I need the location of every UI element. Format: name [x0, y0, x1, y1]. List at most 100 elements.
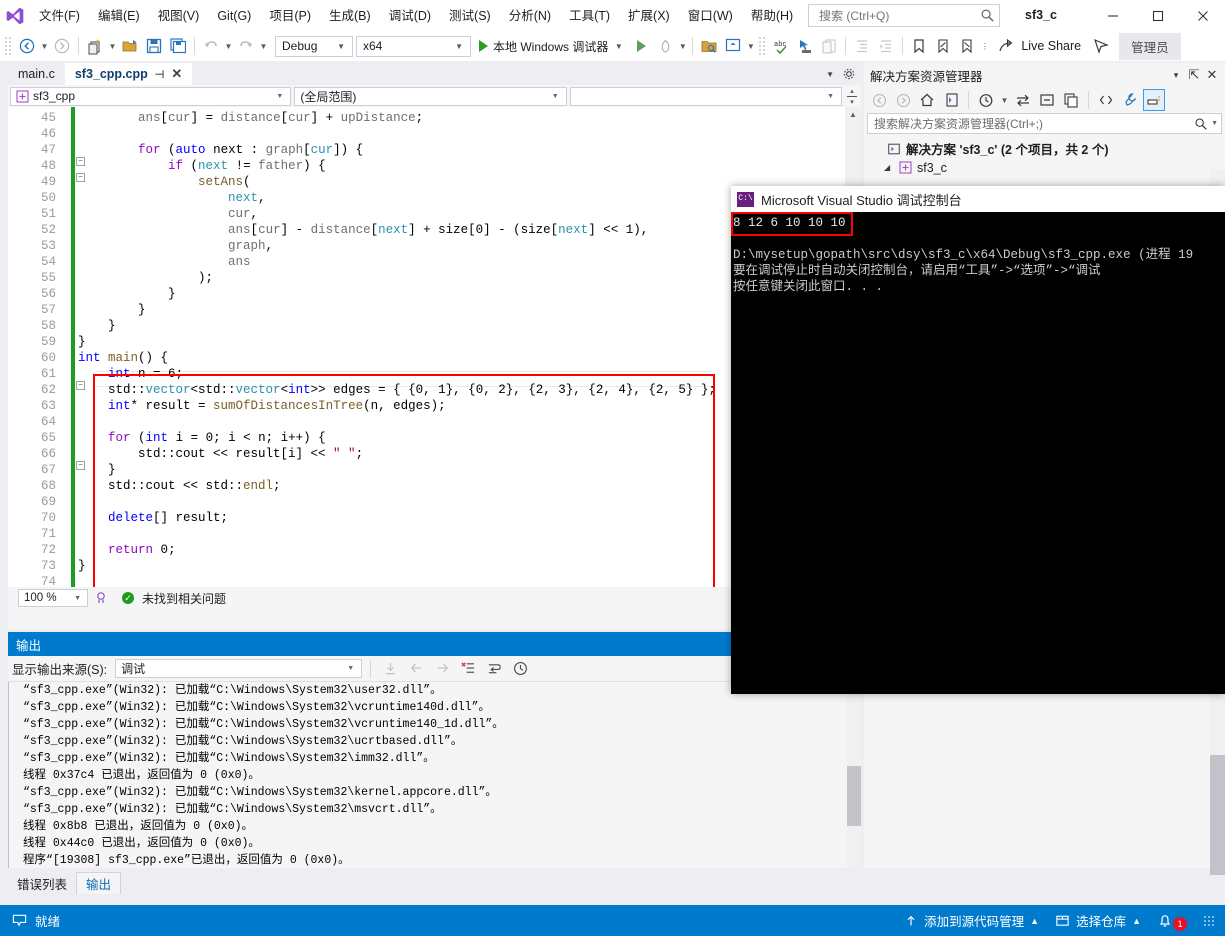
- intellisense-icon[interactable]: [91, 591, 111, 605]
- next-message-icon[interactable]: [431, 658, 453, 680]
- save-icon[interactable]: [142, 34, 166, 58]
- code-nav-icon[interactable]: [793, 34, 817, 58]
- toolbar-grip[interactable]: [4, 36, 13, 56]
- bookmark-icon[interactable]: [907, 34, 931, 58]
- tree-item-solution[interactable]: 解决方案 'sf3_c' (2 个项目，共 2 个): [864, 139, 1225, 158]
- menu-extensions[interactable]: 扩展(X): [619, 4, 679, 28]
- split-view-icon[interactable]: ▴ ▾: [845, 87, 859, 106]
- close-button[interactable]: [1180, 0, 1225, 31]
- comment-icon[interactable]: [817, 34, 841, 58]
- new-item-icon[interactable]: [83, 34, 107, 58]
- menu-help[interactable]: 帮助(H): [742, 4, 802, 28]
- toggle-word-wrap-icon[interactable]: [483, 658, 505, 680]
- se-home-page-icon[interactable]: [940, 89, 962, 111]
- window-layout-icon[interactable]: [721, 34, 745, 58]
- start-debugging-button[interactable]: 本地 Windows 调试器 ▼: [474, 34, 629, 58]
- navigate-forward-icon[interactable]: [50, 34, 74, 58]
- chevron-down-icon[interactable]: ▼: [1208, 120, 1218, 127]
- window-layout-dropdown-icon[interactable]: ▼: [745, 34, 756, 58]
- fold-glyph-65[interactable]: −: [76, 461, 85, 470]
- close-icon[interactable]: ✕: [1203, 65, 1221, 85]
- clear-output-icon[interactable]: [457, 658, 479, 680]
- feedback-icon[interactable]: [1089, 34, 1113, 58]
- pin-icon[interactable]: ⇱: [1185, 65, 1203, 85]
- type-scope-combo[interactable]: (全局范围) ▼: [294, 86, 567, 106]
- menu-file[interactable]: 文件(F): [30, 4, 89, 28]
- search-input[interactable]: [817, 7, 980, 24]
- redo-dropdown-icon[interactable]: ▼: [258, 34, 269, 58]
- go-to-message-icon[interactable]: [379, 658, 401, 680]
- chevron-up-icon[interactable]: ▲: [1030, 916, 1039, 926]
- toolbar-grip-2[interactable]: [758, 36, 768, 56]
- drag-dots[interactable]: [990, 74, 1159, 76]
- navigate-back-icon[interactable]: [15, 34, 39, 58]
- zoom-level-combo[interactable]: 100 % ▼: [18, 589, 88, 607]
- se-scrollbar-thumb[interactable]: [1210, 755, 1225, 875]
- se-code-view-icon[interactable]: [1095, 89, 1117, 111]
- twisty-icon[interactable]: ◢: [884, 163, 894, 172]
- chevron-down-icon[interactable]: ▼: [826, 70, 834, 79]
- output-source-combo[interactable]: 调试 ▼: [115, 659, 363, 678]
- new-item-dropdown-icon[interactable]: ▼: [107, 34, 118, 58]
- menu-edit[interactable]: 编辑(E): [89, 4, 149, 28]
- tab-sf3-cpp[interactable]: sf3_cpp.cpp ⊣ ✕: [64, 63, 193, 85]
- console-output-area[interactable]: 8 12 6 10 10 10 D:\mysetup\gopath\src\ds…: [731, 212, 1225, 694]
- tab-output[interactable]: 输出: [76, 872, 122, 894]
- menu-tools[interactable]: 工具(T): [560, 4, 619, 28]
- tab-main-c[interactable]: main.c: [8, 63, 65, 85]
- menu-project[interactable]: 项目(P): [260, 4, 320, 28]
- menu-window[interactable]: 窗口(W): [679, 4, 742, 28]
- menu-view[interactable]: 视图(V): [149, 4, 209, 28]
- open-file-icon[interactable]: [118, 34, 142, 58]
- menu-build[interactable]: 生成(B): [320, 4, 380, 28]
- resize-grip[interactable]: [1203, 914, 1215, 927]
- fold-glyph-47[interactable]: −: [76, 157, 85, 166]
- se-collapse-all-icon[interactable]: [1036, 89, 1058, 111]
- chevron-up-icon[interactable]: ▲: [1132, 916, 1141, 926]
- se-forward-icon[interactable]: [892, 89, 914, 111]
- navigate-back-dropdown-icon[interactable]: ▼: [39, 34, 50, 58]
- menu-analyze[interactable]: 分析(N): [500, 4, 560, 28]
- select-folder-icon[interactable]: [697, 34, 721, 58]
- tab-error-list[interactable]: 错误列表: [8, 872, 77, 894]
- close-icon[interactable]: ✕: [171, 66, 182, 82]
- se-properties-icon[interactable]: [1119, 89, 1141, 111]
- undo-icon[interactable]: [199, 34, 223, 58]
- solution-platform-combo[interactable]: x64 ▼: [356, 35, 471, 57]
- add-to-source-control-button[interactable]: 添加到源代码管理 ▲: [904, 911, 1039, 930]
- decrease-indent-icon[interactable]: [850, 34, 874, 58]
- project-scope-combo[interactable]: sf3_cpp ▼: [10, 86, 292, 106]
- se-show-all-files-icon[interactable]: [1060, 89, 1082, 111]
- pin-icon[interactable]: ⊣: [155, 68, 165, 81]
- increase-indent-icon[interactable]: [874, 34, 898, 58]
- se-pending-changes-icon[interactable]: [975, 89, 997, 111]
- spell-check-icon[interactable]: abc: [769, 34, 793, 58]
- chevron-down-icon[interactable]: ▾: [1167, 65, 1185, 85]
- live-share-button[interactable]: Live Share: [990, 34, 1089, 58]
- maximize-button[interactable]: [1135, 0, 1180, 31]
- notifications-button[interactable]: 1: [1157, 910, 1187, 931]
- prev-bookmark-icon[interactable]: [931, 34, 955, 58]
- gear-icon[interactable]: [843, 68, 855, 80]
- tree-item-project[interactable]: ◢ sf3_c: [864, 158, 1225, 177]
- output-vertical-scrollbar[interactable]: [847, 682, 861, 868]
- hot-reload-icon[interactable]: [653, 34, 677, 58]
- solution-configuration-combo[interactable]: Debug ▼: [275, 35, 353, 57]
- output-text-area[interactable]: “sf3_cpp.exe”(Win32): 已加载“C:\Windows\Sys…: [8, 682, 861, 868]
- fold-glyph-48[interactable]: −: [76, 173, 85, 182]
- menu-debug[interactable]: 调试(D): [380, 4, 440, 28]
- chevron-down-icon[interactable]: ▼: [999, 88, 1010, 112]
- bookmark-overflow-icon[interactable]: ⋮: [979, 34, 990, 58]
- start-without-debugging-icon[interactable]: [629, 34, 653, 58]
- redo-icon[interactable]: [234, 34, 258, 58]
- scroll-up-icon[interactable]: ▲: [846, 107, 860, 121]
- next-bookmark-icon[interactable]: [955, 34, 979, 58]
- save-all-icon[interactable]: [166, 34, 190, 58]
- member-scope-combo[interactable]: ▼: [569, 86, 843, 106]
- output-scrollbar-thumb[interactable]: [847, 766, 861, 826]
- hot-reload-dropdown-icon[interactable]: ▼: [677, 34, 688, 58]
- se-back-icon[interactable]: [868, 89, 890, 111]
- fold-glyph-60[interactable]: −: [76, 381, 85, 390]
- solution-explorer-search[interactable]: 搜索解决方案资源管理器(Ctrl+;) ▼: [867, 113, 1222, 134]
- menu-test[interactable]: 测试(S): [440, 4, 500, 28]
